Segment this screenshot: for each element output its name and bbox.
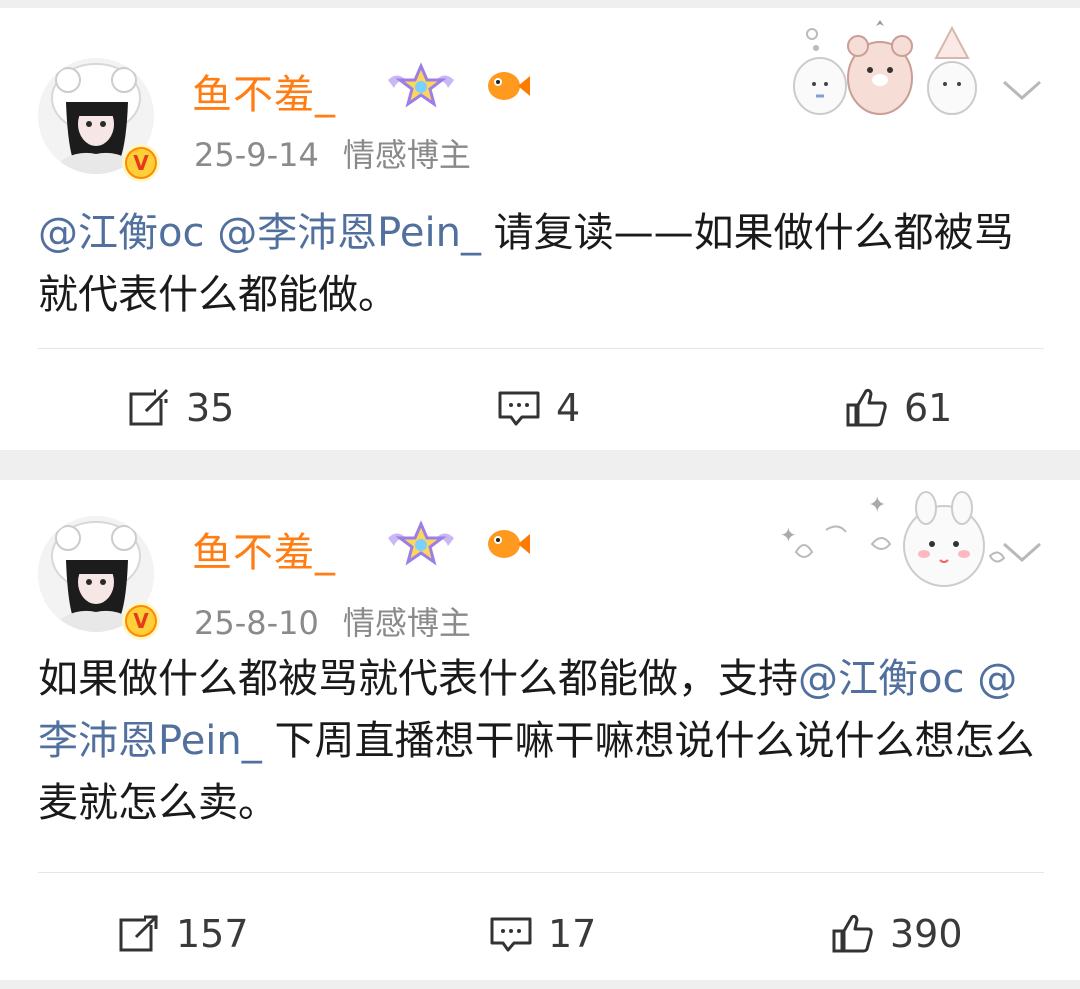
feed-bottom-gap: [0, 980, 1080, 989]
repost-button[interactable]: 35: [126, 378, 234, 438]
avatar[interactable]: V: [38, 516, 162, 640]
comment-icon: [490, 917, 532, 952]
post-date[interactable]: 25-9-14: [194, 136, 319, 174]
like-count: 61: [904, 386, 953, 430]
post-actions: 35 4 61: [0, 378, 1080, 438]
divider: [38, 348, 1044, 349]
post-meta: 25-8-10 情感博主: [194, 598, 471, 644]
verified-badge-label: V: [127, 607, 155, 635]
repost-button[interactable]: 157: [116, 904, 249, 964]
content-text: [204, 210, 217, 256]
repost-count: 157: [176, 912, 249, 956]
goldfish-badge-icon[interactable]: [484, 524, 532, 564]
repost-icon: [119, 914, 159, 952]
comment-count: 17: [548, 912, 597, 956]
post-actions: 157 17 390: [0, 904, 1080, 964]
comment-button[interactable]: 17: [488, 904, 596, 964]
bear-sticker-decoration: [793, 20, 977, 115]
comment-button[interactable]: 4: [496, 378, 580, 438]
like-button[interactable]: 61: [844, 378, 952, 438]
like-button[interactable]: 390: [830, 904, 963, 964]
star-wing-badge-icon[interactable]: [384, 62, 458, 110]
feed-top-gap: [0, 0, 1080, 8]
star-wing-badge-icon[interactable]: [384, 520, 458, 568]
comment-icon: [498, 391, 540, 426]
mention-link[interactable]: @江衡oc: [38, 210, 204, 256]
like-icon: [846, 388, 887, 427]
content-text: [964, 656, 977, 702]
repost-count: 35: [186, 386, 235, 430]
comment-count: 4: [556, 386, 581, 430]
username[interactable]: 鱼不羞_: [192, 520, 336, 578]
goldfish-badge-icon[interactable]: [484, 66, 532, 106]
repost-icon: [129, 388, 169, 426]
content-text: 如果做什么都被骂就代表什么都能做，支持: [38, 656, 798, 702]
verified-badge-icon: V: [122, 602, 160, 640]
post-card[interactable]: V 鱼不羞_ 25-9-14 情感博主 @江衡oc @李沛恩Pein_ 请复读—…: [0, 8, 1080, 450]
divider: [38, 872, 1044, 873]
chevron-down-icon[interactable]: [1000, 536, 1044, 566]
post-separator: [0, 450, 1080, 480]
mention-link[interactable]: @李沛恩Pein_: [217, 210, 481, 256]
post-card[interactable]: V 鱼不羞_ 25-8-10 情感博主 ✦ ✦ 如果做什么都被骂就代表什么都能做…: [0, 480, 1080, 980]
verified-badge-icon: V: [122, 144, 160, 182]
post-source: 情感博主: [342, 136, 471, 174]
post-meta: 25-9-14 情感博主: [194, 130, 471, 176]
post-source: 情感博主: [342, 604, 471, 642]
chevron-down-icon[interactable]: [1000, 74, 1044, 104]
weibo-feed: V 鱼不羞_ 25-9-14 情感博主 @江衡oc @李沛恩Pein_ 请复读—…: [0, 0, 1080, 989]
bunny-sticker-decoration: ✦ ✦: [780, 491, 1006, 587]
like-count: 390: [890, 912, 963, 956]
svg-text:✦: ✦: [780, 523, 797, 547]
post-date[interactable]: 25-8-10: [194, 604, 319, 642]
like-icon: [832, 914, 873, 953]
post-content: 如果做什么都被骂就代表什么都能做，支持@江衡oc @李沛恩Pein_ 下周直播想…: [38, 648, 1044, 834]
post-content: @江衡oc @李沛恩Pein_ 请复读——如果做什么都被骂就代表什么都能做。: [38, 202, 1044, 326]
verified-badge-label: V: [127, 149, 155, 177]
username[interactable]: 鱼不羞_: [192, 62, 336, 120]
svg-text:✦: ✦: [868, 493, 886, 518]
avatar[interactable]: V: [38, 58, 162, 182]
mention-link[interactable]: @江衡oc: [798, 656, 964, 702]
